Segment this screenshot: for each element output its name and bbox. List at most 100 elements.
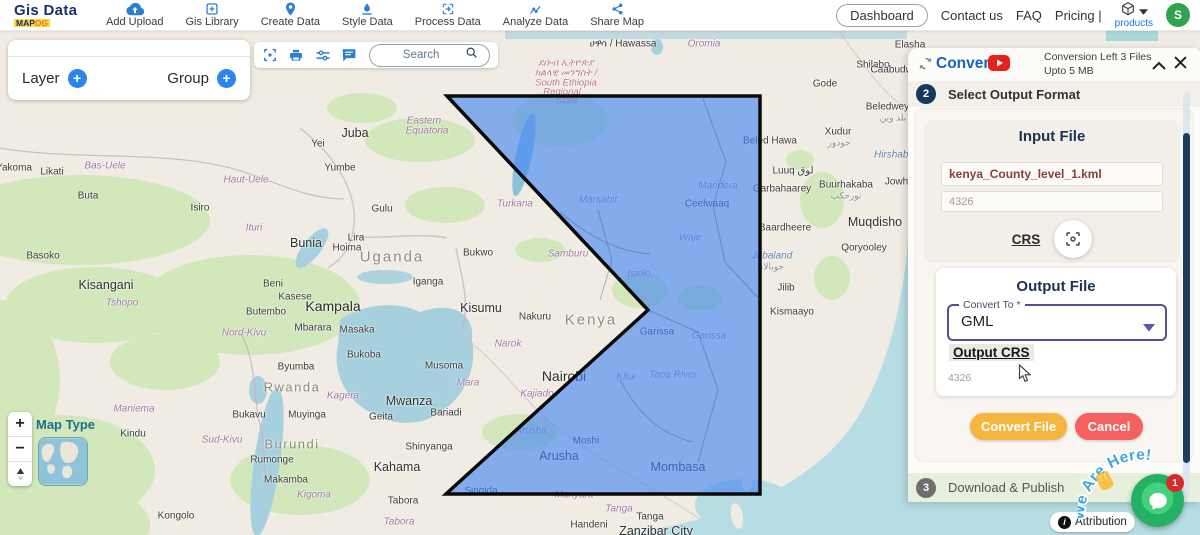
map-label: Gode <box>813 79 837 90</box>
map-label: Burundi <box>264 437 319 452</box>
map-label: Isiolo <box>627 269 650 280</box>
map-label: Bukoba <box>347 350 381 361</box>
collapse-icon[interactable] <box>1152 57 1166 75</box>
measure-icon[interactable] <box>315 46 331 64</box>
input-crs-field[interactable] <box>941 191 1163 212</box>
search-box[interactable] <box>369 44 490 67</box>
map-label: Juba <box>341 126 368 140</box>
ink-icon <box>360 2 374 16</box>
pricing-link[interactable]: Pricing | <box>1055 8 1102 23</box>
map-label: Mwanza <box>386 394 433 408</box>
nav-item-gis-library[interactable]: Gis Library <box>186 2 239 28</box>
chat-notification-badge: 1 <box>1166 474 1184 492</box>
cloud-upload-icon <box>125 2 145 16</box>
map-label: Tshopo <box>106 298 138 309</box>
products-menu[interactable]: products <box>1115 1 1153 29</box>
map-label: ደቡብ ኢትዮጵያ <box>538 58 593 69</box>
nav-item-analyze-data[interactable]: Analyze Data <box>503 2 568 28</box>
map-label: Kisumu <box>460 301 502 315</box>
close-icon[interactable] <box>1174 56 1187 74</box>
map-label: Kahama <box>374 460 421 474</box>
nav-item-label: Add Upload <box>106 16 164 28</box>
zoom-out-button[interactable]: − <box>8 437 32 462</box>
map-label: Lira <box>348 233 365 244</box>
nav-item-share-map[interactable]: Share Map <box>590 2 644 28</box>
map-label: Buurhakaba <box>819 180 873 191</box>
map-label: Kisangani <box>79 278 134 292</box>
map-zoom-controls: + − <box>8 412 32 486</box>
convert-to-select[interactable]: Convert To * GML <box>947 304 1167 341</box>
map-label: Tana River <box>649 370 697 381</box>
input-filename-field[interactable] <box>941 162 1163 186</box>
zoom-in-button[interactable]: + <box>8 412 32 437</box>
map-label: Singida <box>464 486 497 497</box>
nav-item-add-upload[interactable]: Add Upload <box>106 2 164 28</box>
input-file-section: Input File CRS <box>924 120 1180 263</box>
map-label: Mara <box>457 378 480 389</box>
crs-link[interactable]: CRS <box>1012 232 1041 247</box>
output-crs-link[interactable]: Output CRS <box>949 344 1034 361</box>
map-label: Zanzibar City <box>619 524 693 535</box>
layer-label: Layer <box>22 70 60 87</box>
add-group-button[interactable]: + <box>217 69 236 88</box>
share-icon <box>611 2 624 16</box>
nav-item-label: Create Data <box>261 16 320 28</box>
layer-panel-header <box>8 40 250 57</box>
map-type-label: Map Type <box>36 417 95 432</box>
map-label: Rwanda <box>264 380 321 395</box>
group-label: Group <box>167 70 209 87</box>
nav-item-process-data[interactable]: Process Data <box>415 2 481 28</box>
world-map-icon <box>39 438 87 485</box>
crs-picker-button[interactable] <box>1054 220 1092 258</box>
cancel-button[interactable]: Cancel <box>1075 413 1143 440</box>
nav-item-create-data[interactable]: Create Data <box>261 2 320 28</box>
map-label: Yei <box>311 139 325 150</box>
compass-button[interactable] <box>8 462 32 486</box>
search-icon[interactable] <box>465 46 478 64</box>
map-label: Bunia <box>290 236 322 250</box>
faq-link[interactable]: FAQ <box>1016 8 1042 23</box>
map-label: Marsabit <box>579 195 617 206</box>
comment-icon[interactable] <box>341 46 357 64</box>
nav-item-label: Share Map <box>590 16 644 28</box>
map-label: Eastern <box>407 116 441 127</box>
frame-focus-icon[interactable] <box>262 46 278 64</box>
add-layer-button[interactable]: + <box>68 69 87 88</box>
refresh-icon[interactable] <box>918 56 933 76</box>
map-label: Kismaayo <box>770 307 814 318</box>
map-label: Bukwo <box>463 248 493 259</box>
map-label: Wajir <box>679 233 702 244</box>
map-label: Muqdisho <box>848 215 902 229</box>
youtube-icon[interactable] <box>988 55 1010 76</box>
map-label: Uganda <box>360 249 425 266</box>
map-label: Gulu <box>371 204 392 215</box>
map-label: Regional <box>543 87 581 98</box>
panel-scrollbar-thumb[interactable] <box>1183 133 1190 463</box>
nav-item-label: Process Data <box>415 16 481 28</box>
map-label: Narok <box>495 339 522 350</box>
map-label: Oromia <box>688 39 721 50</box>
map-label: Tanga <box>605 504 632 515</box>
cube-icon <box>1120 1 1136 19</box>
map-label: Yumbe <box>324 163 355 174</box>
print-icon[interactable] <box>288 46 304 64</box>
search-input[interactable] <box>377 48 465 62</box>
dashboard-button[interactable]: Dashboard <box>836 4 928 27</box>
map-type-thumbnail[interactable] <box>38 437 88 486</box>
map-label: Mandera <box>698 181 737 192</box>
map-label: Musoma <box>425 361 463 372</box>
map-label: ሀዋሳ / Hawassa <box>590 39 657 50</box>
contact-us-link[interactable]: Contact us <box>941 8 1003 23</box>
convert-file-button[interactable]: Convert File <box>970 413 1067 440</box>
map-label: Kigoma <box>297 490 331 501</box>
map-label: Bariadi <box>430 408 461 419</box>
converter-header: Converter Conversion Left 3 Files Upto 5… <box>908 48 1200 80</box>
analyze-icon <box>528 2 543 16</box>
output-file-heading: Output File <box>936 278 1176 295</box>
map-label: Maniema <box>113 404 154 415</box>
nav-item-style-data[interactable]: Style Data <box>342 2 393 28</box>
attribution-button[interactable]: i Attribution <box>1050 512 1135 532</box>
nav-menu: Add Upload Gis Library Create Data Style… <box>106 2 644 28</box>
logo[interactable]: Gis Data MAPOG <box>0 3 100 28</box>
avatar[interactable]: S <box>1166 3 1190 27</box>
